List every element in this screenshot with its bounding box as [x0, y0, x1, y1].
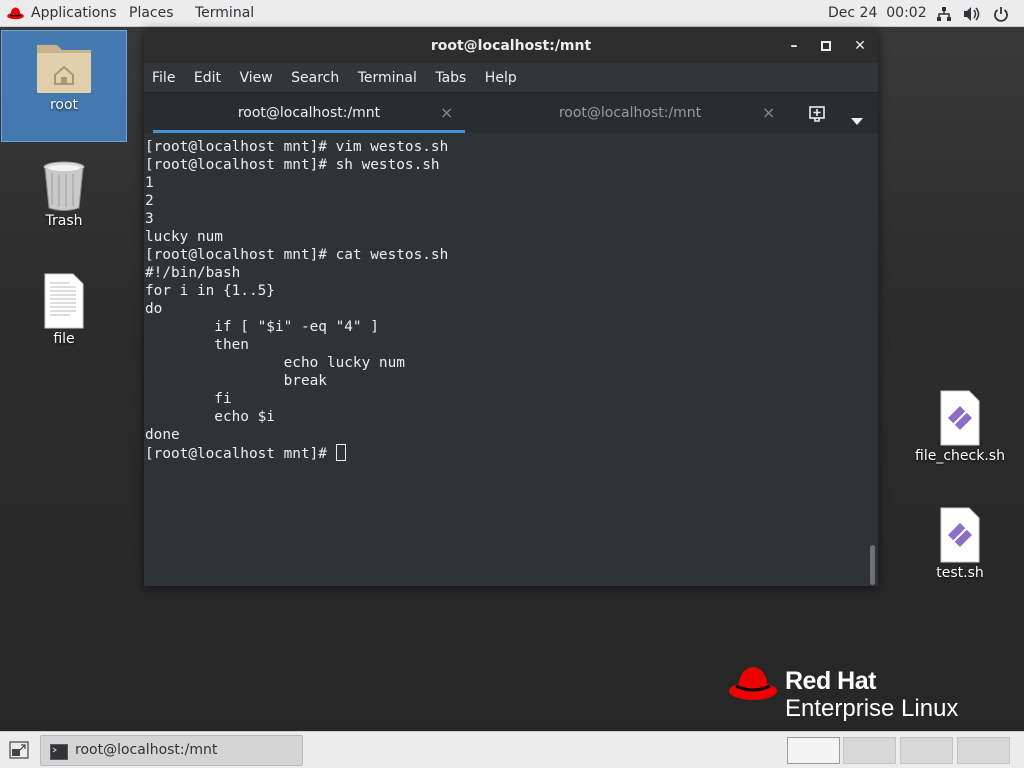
redhat-branding: Red Hat Enterprise Linux [728, 662, 988, 724]
terminal-line: done [145, 427, 180, 443]
desktop-icon-test[interactable]: test.sh [897, 505, 1023, 587]
terminal-line: break [145, 373, 327, 389]
menu-tabs[interactable]: Tabs [435, 63, 466, 86]
tab-label: root@localhost:/mnt [237, 105, 381, 121]
desktop-icon-label: file_check.sh [915, 448, 1005, 464]
terminal-line: lucky num [145, 229, 223, 245]
tab-inactive[interactable]: root@localhost:/mnt × [474, 93, 786, 133]
clock[interactable]: Dec 24 00:02 [828, 5, 927, 21]
script-file-icon [940, 390, 980, 446]
power-icon[interactable] [993, 6, 1009, 26]
terminal-line: [root@localhost mnt]# cat westos.sh [145, 247, 449, 263]
volume-icon[interactable] [963, 6, 981, 26]
terminal-line: [root@localhost mnt]# sh westos.sh [145, 157, 440, 173]
terminal-output[interactable]: [root@localhost mnt]# vim westos.sh [root… [144, 133, 878, 586]
bottom-panel: root@localhost:/mnt [0, 731, 1024, 768]
redhat-logo-icon[interactable] [7, 6, 24, 24]
tab-bar: root@localhost:/mnt × root@localhost:/mn… [144, 93, 878, 133]
menu-help[interactable]: Help [485, 63, 517, 86]
text-cursor [335, 444, 346, 461]
tab-active[interactable]: root@localhost:/mnt × [153, 93, 465, 133]
close-tab-icon[interactable]: × [440, 93, 453, 133]
places-menu[interactable]: Places [129, 5, 174, 21]
minimize-icon[interactable]: – [782, 29, 806, 63]
terminal-line: 3 [145, 211, 154, 227]
desktop-icon-label: Trash [45, 213, 83, 229]
menu-search[interactable]: Search [291, 63, 339, 86]
terminal-app-icon [50, 742, 68, 768]
maximize-icon[interactable] [814, 29, 838, 63]
terminal-scrollbar[interactable] [870, 545, 875, 585]
desktop-icon-root[interactable]: root [1, 30, 127, 142]
desktop-icon-label: file [53, 331, 75, 347]
tab-label: root@localhost:/mnt [558, 105, 702, 121]
terminal-line: echo lucky num [145, 355, 405, 371]
terminal-lines: [root@localhost mnt]# vim westos.sh [root… [145, 138, 878, 444]
window-title: root@localhost:/mnt [430, 38, 592, 54]
terminal-line: 1 [145, 175, 154, 191]
redhat-hat-logo-icon [728, 664, 778, 706]
terminal-line: for i in {1..5} [145, 283, 275, 299]
workspace-1[interactable] [787, 737, 840, 764]
applications-menu[interactable]: Applications [31, 5, 117, 21]
terminal-line: echo $i [145, 409, 275, 425]
terminal-window: root@localhost:/mnt – ✕ File Edit View S… [144, 29, 878, 586]
workspace-2[interactable] [843, 737, 896, 764]
taskbar-window-label: root@localhost:/mnt [75, 742, 218, 758]
brand-line2: Enterprise Linux [785, 695, 959, 722]
terminal-line: [root@localhost mnt]# vim westos.sh [145, 139, 449, 155]
network-icon[interactable] [936, 6, 952, 26]
workspace-3[interactable] [900, 737, 953, 764]
trash-icon [42, 159, 86, 211]
terminal-line: #!/bin/bash [145, 265, 241, 281]
terminal-line: if [ "$i" -eq "4" ] [145, 319, 379, 335]
taskbar-window-button[interactable]: root@localhost:/mnt [40, 735, 303, 766]
desktop-icon-file[interactable]: file [1, 271, 127, 353]
top-panel: Applications Places Terminal Dec 24 00:0… [0, 0, 1024, 27]
menu-bar: File Edit View Search Terminal Tabs Help [144, 63, 878, 93]
desktop-icon-label: root [49, 97, 79, 113]
text-file-icon [44, 273, 84, 329]
script-file-icon [940, 507, 980, 563]
show-desktop-icon[interactable] [9, 741, 29, 763]
terminal-prompt-line[interactable]: [root@localhost mnt]# [145, 444, 878, 462]
menu-view[interactable]: View [239, 63, 272, 86]
close-tab-icon[interactable]: × [762, 93, 775, 133]
desktop-icon-label: test.sh [936, 565, 984, 581]
brand-line1: Red Hat [785, 667, 876, 695]
new-tab-icon[interactable] [808, 104, 826, 126]
terminal-app-menu[interactable]: Terminal [195, 5, 254, 21]
menu-terminal[interactable]: Terminal [358, 63, 417, 86]
terminal-line: do [145, 301, 163, 317]
menu-edit[interactable]: Edit [194, 63, 221, 86]
window-titlebar[interactable]: root@localhost:/mnt – ✕ [144, 29, 878, 63]
terminal-prompt: [root@localhost mnt]# [145, 446, 336, 462]
tab-menu-chevron-down-icon[interactable] [851, 110, 863, 129]
desktop-icon-file-check[interactable]: file_check.sh [897, 388, 1023, 470]
desktop-icon-trash[interactable]: Trash [1, 155, 127, 235]
close-icon[interactable]: ✕ [848, 29, 872, 63]
terminal-line: 2 [145, 193, 154, 209]
workspace-4[interactable] [957, 737, 1010, 764]
terminal-line: fi [145, 391, 232, 407]
terminal-line: then [145, 337, 249, 353]
home-folder-icon [35, 39, 93, 95]
menu-file[interactable]: File [152, 63, 175, 86]
